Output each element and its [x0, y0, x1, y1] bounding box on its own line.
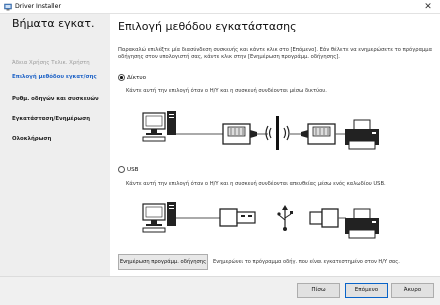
sidebar-title: Βήματα εγκατ. — [12, 17, 95, 30]
usb-option[interactable]: USB — [118, 165, 138, 174]
title-bar: Driver Installer ✕ — [0, 0, 440, 14]
update-driver-button[interactable]: Ενημέρωση προγράμμ. οδήγησης — [118, 254, 208, 270]
usb-radio[interactable] — [118, 166, 125, 173]
computer-icon — [142, 202, 176, 233]
next-button[interactable]: Επόμενο — [345, 283, 388, 298]
network-radio[interactable] — [118, 74, 125, 81]
update-note: Ενημερώνει το πρόγραμμα οδήγ. που είναι … — [213, 259, 400, 265]
network-option[interactable]: Δίκτυο — [118, 73, 146, 82]
sidebar-item-method: Επιλογή μεθόδου εγκατ/σης — [12, 74, 97, 80]
close-icon[interactable]: ✕ — [420, 1, 436, 13]
sidebar-item-settings: Ρυθμ. οδηγών και συσκευών — [12, 96, 99, 102]
usb-label: USB — [127, 166, 139, 173]
usb-illustration — [142, 202, 379, 239]
window-title: Driver Installer — [15, 3, 61, 10]
usb-symbol-icon — [277, 205, 293, 231]
cancel-button[interactable]: Άκυρο — [391, 283, 434, 298]
usb-b-plug-icon — [309, 208, 339, 228]
sidebar-item-eula: Άδεια Χρήσης Τελικ. Χρήστη — [12, 60, 90, 66]
printer-icon — [345, 208, 379, 239]
ethernet-plug-left-icon — [222, 123, 257, 145]
sidebar-item-install: Εγκατάσταση/Ενημέρωση — [12, 116, 91, 122]
back-button[interactable]: Πίσω — [297, 283, 340, 298]
wireless-icon — [265, 116, 290, 150]
network-label: Δίκτυο — [127, 74, 147, 81]
app-icon — [4, 3, 12, 11]
network-illustration — [142, 111, 379, 150]
printer-icon — [345, 119, 379, 150]
network-description: Κάντε αυτή την επιλογή όταν ο Η/Υ και η … — [126, 88, 327, 94]
usb-a-plug-icon — [219, 208, 256, 227]
intro-text: Παρακαλώ επιλέξτε μία διασύνδεση συσκευή… — [118, 47, 433, 61]
computer-icon — [142, 111, 176, 142]
ethernet-plug-right-icon — [301, 123, 336, 145]
sidebar-item-finish: Ολοκλήρωση — [12, 136, 52, 142]
steps-sidebar — [0, 14, 110, 276]
usb-description: Κάντε αυτή την επιλογή όταν ο Η/Υ και η … — [126, 181, 386, 187]
page-title: Επιλογή μεθόδου εγκατάστασης — [118, 20, 297, 33]
